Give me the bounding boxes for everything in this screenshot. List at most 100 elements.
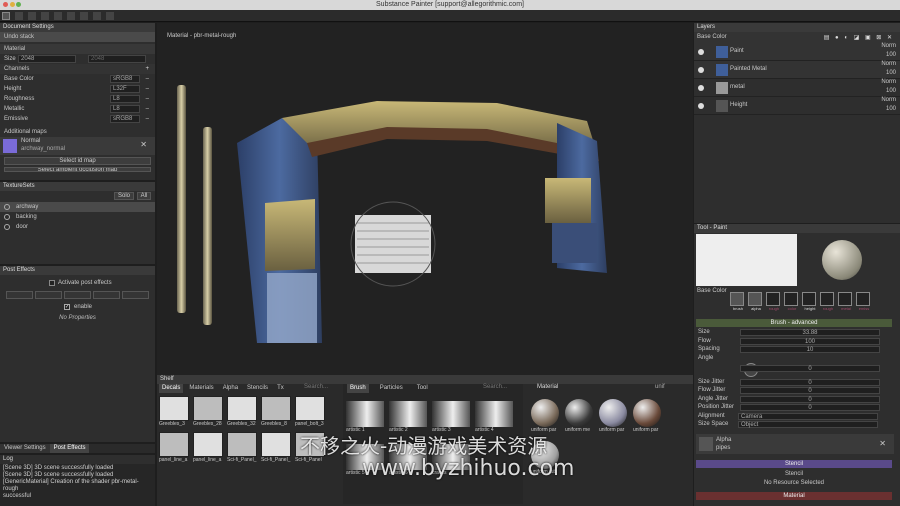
property-field[interactable]: 0 (740, 387, 880, 394)
add-channel-icon[interactable]: + (145, 64, 149, 74)
shelf-item[interactable]: Greebles_32 (227, 396, 259, 430)
activate-checkbox[interactable] (49, 280, 55, 286)
shelf-item[interactable]: panel_bolt_3 (295, 396, 327, 430)
layers-channel-select[interactable]: Base Color (697, 34, 727, 40)
remove-channel-icon[interactable]: – (146, 94, 149, 104)
channel-chip[interactable]: emiss (856, 292, 872, 311)
shelf-tab[interactable]: Alpha (220, 384, 241, 393)
shelf-tab[interactable]: Tx (274, 384, 287, 393)
undo-stack-tab[interactable]: Undo stack (0, 32, 155, 42)
traffic-lights[interactable] (3, 2, 25, 8)
shelf-item[interactable]: Sci-fi_Panel_ (227, 432, 259, 466)
stencil-header[interactable]: Stencil (696, 460, 892, 468)
property-field[interactable]: 0 (740, 364, 880, 372)
post-tab-2[interactable] (35, 291, 62, 299)
layer-row[interactable]: Height Norm 100 (694, 97, 900, 115)
remove-channel-icon[interactable]: – (146, 84, 149, 94)
property-field[interactable]: 0 (740, 395, 880, 403)
layer-opacity[interactable]: 100 (886, 88, 896, 94)
material-item[interactable]: uniform par (633, 399, 663, 437)
layer-row[interactable]: Painted Metal Norm 100 (694, 61, 900, 79)
camera-icon[interactable] (106, 12, 114, 20)
layer-visibility-icon[interactable] (698, 103, 704, 109)
shelf-item[interactable]: Greebles_8 (261, 396, 293, 430)
viewer-settings-tab[interactable]: Viewer Settings (0, 444, 50, 453)
textureset-radio-icon[interactable] (4, 224, 10, 230)
material-item[interactable]: uniform par (599, 399, 629, 437)
layer-tool-icons[interactable]: ▤ ● ◐ ◪ ▣ ⊠ ✕ (824, 34, 894, 41)
remove-channel-icon[interactable]: – (146, 104, 149, 114)
textureset-radio-icon[interactable] (4, 214, 10, 220)
property-field[interactable]: Object (738, 421, 878, 428)
shelf-item[interactable]: Greebles_28 (193, 396, 225, 430)
shelf-tab[interactable]: Decals (159, 384, 184, 393)
material-picker-icon[interactable] (80, 12, 88, 20)
projection-icon[interactable] (28, 12, 36, 20)
channel-format-select[interactable]: L32F (110, 85, 140, 93)
material-header[interactable]: Material (696, 492, 892, 500)
clone-icon[interactable] (67, 12, 75, 20)
shelf-tab[interactable]: Stencils (244, 384, 271, 393)
property-field[interactable]: 10 (740, 346, 880, 353)
channel-chip[interactable]: brush (730, 292, 746, 311)
brush-tab[interactable]: Brush (347, 384, 369, 393)
select-id-map-button[interactable]: Select id map (4, 157, 151, 165)
shelf-tab[interactable]: Materials (186, 384, 216, 393)
remove-channel-icon[interactable]: – (146, 114, 149, 124)
channel-chip[interactable]: height (802, 292, 818, 311)
alpha-row[interactable]: Alpha pipes ✕ (696, 433, 894, 454)
layer-opacity[interactable]: 100 (886, 52, 896, 58)
channel-row[interactable]: Base Color sRGB8– (0, 74, 155, 84)
shelf-search[interactable]: Search... (304, 384, 328, 390)
shelf-item[interactable]: Greebles_3 (159, 396, 191, 430)
all-button[interactable]: All (137, 192, 151, 200)
geometry-mask-icon[interactable] (41, 12, 49, 20)
post-tab-5[interactable] (122, 291, 149, 299)
channel-chip[interactable]: rough (766, 292, 782, 311)
polygon-fill-icon[interactable] (93, 12, 101, 20)
layer-opacity[interactable]: 100 (886, 106, 896, 112)
channel-format-select[interactable]: L8 (110, 105, 140, 113)
channel-row[interactable]: Height L32F – (0, 84, 155, 94)
channel-chip[interactable]: alpha (748, 292, 764, 311)
property-field[interactable]: 33.88 (740, 329, 880, 336)
size-select[interactable]: 2048 (18, 55, 76, 63)
shelf-item[interactable]: panel_line_a (193, 432, 225, 466)
shelf-item[interactable]: Sci-fi_Panel_ (261, 432, 293, 466)
textureset-item[interactable]: backing (0, 212, 155, 222)
layer-visibility-icon[interactable] (698, 85, 704, 91)
post-tab-3[interactable] (64, 291, 91, 299)
layer-visibility-icon[interactable] (698, 49, 704, 55)
channel-row[interactable]: Metallic L8– (0, 104, 155, 114)
size-select-2[interactable]: 2048 (88, 55, 146, 63)
enable-checkbox[interactable]: ✓ (64, 304, 70, 310)
post-tab-1[interactable] (6, 291, 33, 299)
property-field[interactable]: 0 (740, 378, 880, 386)
channel-chip[interactable]: metal (838, 292, 854, 311)
channel-chip[interactable]: rough (820, 292, 836, 311)
layer-blend[interactable]: Norm (881, 79, 896, 85)
layer-blend[interactable]: Norm (881, 61, 896, 67)
brush-search[interactable]: Search... (483, 384, 507, 390)
remove-channel-icon[interactable]: – (146, 74, 149, 84)
select-ao-map-button[interactable]: Select ambient occlusion map (4, 167, 151, 172)
layer-blend[interactable]: Norm (881, 43, 896, 49)
brush-tab[interactable]: Tool (414, 384, 431, 393)
property-field[interactable]: Camera (738, 412, 878, 420)
material-tab[interactable]: Material (537, 384, 558, 390)
channel-row[interactable]: Roughness L8– (0, 94, 155, 104)
normal-map-row[interactable]: Normal archway_normal ✕ (0, 137, 155, 155)
remove-alpha-icon[interactable]: ✕ (879, 439, 886, 448)
eraser-icon[interactable] (15, 12, 23, 20)
shelf-item[interactable]: panel_line_a (159, 432, 191, 466)
paint-brush-icon[interactable] (2, 12, 10, 20)
layer-row[interactable]: Paint Norm 100 (694, 43, 900, 61)
layer-visibility-icon[interactable] (698, 67, 704, 73)
channel-format-select[interactable]: sRGB8 (110, 75, 140, 83)
material-item[interactable]: uniform me (565, 399, 595, 437)
textureset-item[interactable]: archway (0, 202, 155, 212)
channel-format-select[interactable]: L8 (110, 95, 140, 103)
property-field[interactable]: 100 (740, 337, 880, 345)
brush-tab[interactable]: Particles (377, 384, 406, 393)
layer-row[interactable]: metal Norm 100 (694, 79, 900, 97)
